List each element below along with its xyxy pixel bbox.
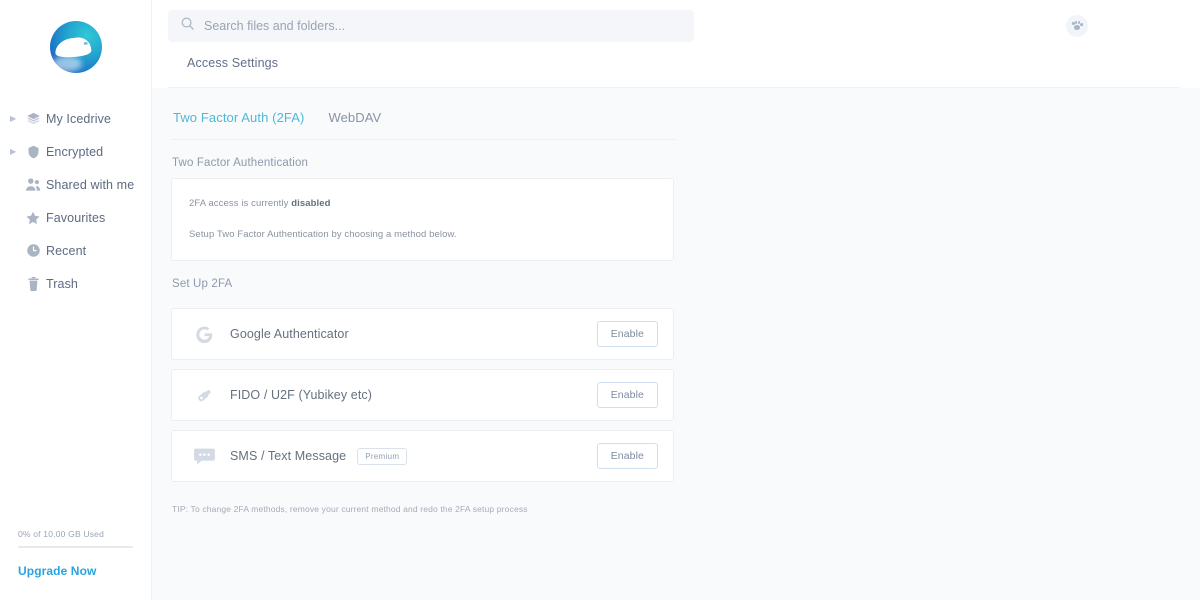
premium-badge: Premium bbox=[357, 447, 408, 465]
content-area: Two Factor Auth (2FA) WebDAV Two Factor … bbox=[152, 88, 1200, 600]
star-icon bbox=[20, 210, 46, 226]
page-title: Access Settings bbox=[168, 42, 1180, 88]
layers-icon bbox=[20, 111, 46, 126]
tab-two-factor-auth[interactable]: Two Factor Auth (2FA) bbox=[173, 110, 304, 125]
sidebar-item-label: Encrypted bbox=[46, 144, 104, 159]
twofa-status-card: 2FA access is currently disabled Setup T… bbox=[171, 178, 674, 261]
sidebar-item-label: Recent bbox=[46, 243, 87, 258]
method-label: SMS / Text Message bbox=[230, 449, 347, 463]
method-row-google-authenticator: Google Authenticator Enable bbox=[171, 308, 674, 360]
chevron-right-icon[interactable]: ▶ bbox=[10, 147, 20, 156]
sidebar-item-trash[interactable]: ▶ Trash bbox=[0, 267, 151, 300]
google-icon bbox=[189, 322, 219, 347]
twofa-status-hint: Setup Two Factor Authentication by choos… bbox=[189, 229, 457, 240]
logo-container[interactable] bbox=[0, 0, 151, 94]
search-box[interactable] bbox=[168, 10, 694, 42]
method-label: Google Authenticator bbox=[230, 327, 349, 341]
method-row-fido-u2f: FIDO / U2F (Yubikey etc) Enable bbox=[171, 369, 674, 421]
shield-icon bbox=[20, 144, 46, 160]
tab-webdav[interactable]: WebDAV bbox=[328, 110, 381, 125]
setup-2fa-title: Set Up 2FA bbox=[172, 278, 233, 290]
avatar[interactable] bbox=[1066, 15, 1088, 37]
sidebar-item-label: Trash bbox=[46, 276, 78, 291]
usb-key-icon bbox=[189, 383, 219, 408]
tip-text: TIP: To change 2FA methods, remove your … bbox=[172, 504, 528, 514]
status-prefix: 2FA access is currently bbox=[189, 198, 292, 209]
sidebar-item-favourites[interactable]: ▶ Favourites bbox=[0, 201, 151, 234]
storage-usage-text: 0% of 10.00 GB Used bbox=[18, 529, 105, 539]
trash-icon bbox=[20, 276, 46, 292]
search-input[interactable] bbox=[204, 19, 682, 33]
sidebar-item-my-icedrive[interactable]: ▶ My Icedrive bbox=[0, 102, 151, 135]
sidebar: ▶ My Icedrive ▶ Encrypted Shared with me… bbox=[0, 0, 152, 600]
enable-button-sms[interactable]: Enable bbox=[596, 443, 658, 469]
sidebar-nav: ▶ My Icedrive ▶ Encrypted Shared with me… bbox=[0, 102, 151, 300]
upgrade-now-link[interactable]: Upgrade Now bbox=[18, 564, 133, 578]
top-bar: Access Settings bbox=[152, 0, 1200, 88]
paw-icon bbox=[1071, 20, 1084, 32]
sidebar-item-label: My Icedrive bbox=[46, 111, 112, 126]
search-icon bbox=[180, 16, 195, 36]
twofa-status-text: 2FA access is currently disabled bbox=[189, 198, 673, 209]
logo-wash bbox=[51, 56, 82, 72]
chat-bubble-icon bbox=[189, 444, 219, 469]
tab-bar: Two Factor Auth (2FA) WebDAV bbox=[171, 88, 1200, 139]
clock-icon bbox=[20, 243, 46, 258]
people-icon bbox=[20, 177, 46, 192]
app-root: ▶ My Icedrive ▶ Encrypted Shared with me… bbox=[0, 0, 1200, 600]
method-label: FIDO / U2F (Yubikey etc) bbox=[230, 388, 373, 402]
main-area: Access Settings Two Factor Auth (2FA) We… bbox=[152, 0, 1200, 600]
icedrive-logo bbox=[49, 21, 102, 73]
sidebar-item-encrypted[interactable]: ▶ Encrypted bbox=[0, 135, 151, 168]
sidebar-item-label: Favourites bbox=[46, 210, 106, 225]
storage-progress-bar bbox=[18, 546, 133, 548]
sidebar-item-recent[interactable]: ▶ Recent bbox=[0, 234, 151, 267]
storage-widget: 0% of 10.00 GB Used Upgrade Now bbox=[0, 529, 151, 600]
chevron-right-icon[interactable]: ▶ bbox=[10, 114, 20, 123]
enable-button-google-authenticator[interactable]: Enable bbox=[596, 321, 658, 347]
sidebar-item-label: Shared with me bbox=[46, 177, 135, 192]
sidebar-item-shared-with-me[interactable]: ▶ Shared with me bbox=[0, 168, 151, 201]
status-badge: disabled bbox=[291, 198, 331, 209]
search-row bbox=[168, 10, 1180, 42]
enable-button-fido-u2f[interactable]: Enable bbox=[596, 382, 658, 408]
twofa-section-title: Two Factor Authentication bbox=[172, 157, 309, 169]
logo-bear-head bbox=[53, 36, 92, 59]
method-row-sms: SMS / Text Message Premium Enable bbox=[171, 430, 674, 482]
